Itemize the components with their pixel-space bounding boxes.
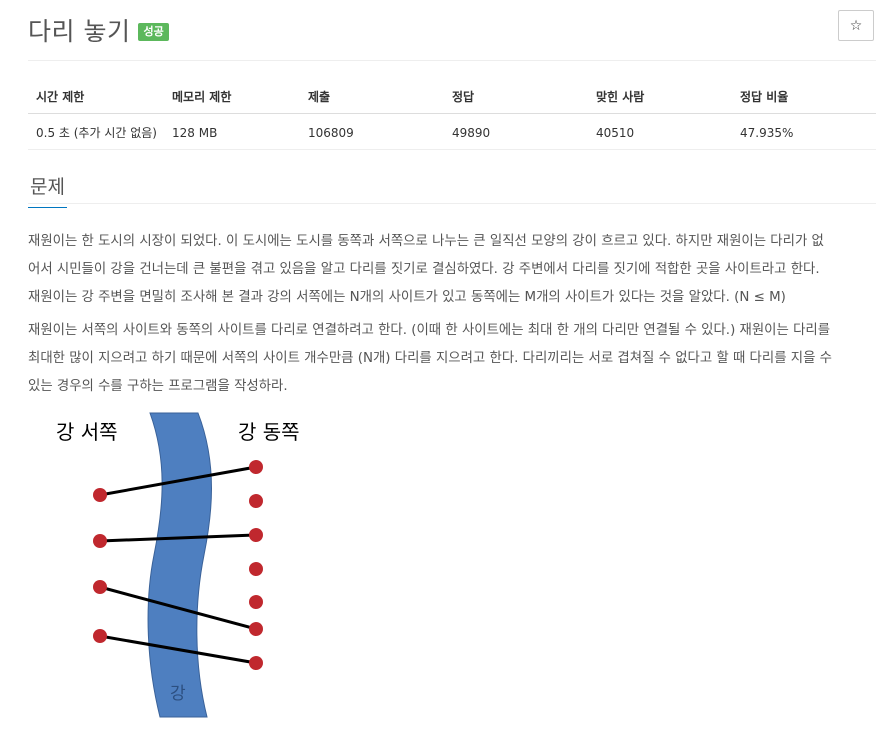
header-divider: [28, 60, 876, 61]
east-site-dot: [249, 622, 263, 636]
submissions-value: 106809: [300, 113, 444, 150]
star-icon: ☆: [849, 17, 863, 34]
east-site-dot: [249, 494, 263, 508]
problem-section-header: 문제: [28, 168, 876, 208]
problem-paragraph: 재원이는 서쪽의 사이트와 동쪽의 사이트를 다리로 연결하려고 한다. (이때…: [28, 317, 880, 401]
accepted-value: 49890: [444, 113, 588, 150]
column-header-accepted: 정답: [444, 78, 588, 114]
river-shape: [147, 412, 212, 718]
east-site-dot: [249, 528, 263, 542]
text-line: 어서 시민들이 강을 건너는데 큰 불편을 겪고 있음을 알고 다리를 짓기로 …: [28, 262, 820, 277]
problem-paragraph: 재원이는 한 도시의 시장이 되었다. 이 도시에는 도시를 동쪽과 서쪽으로 …: [28, 228, 880, 312]
east-site-dot: [249, 595, 263, 609]
table-header-row: 시간 제한 메모리 제한 제출 정답 맞힌 사람 정답 비율: [28, 78, 876, 114]
column-header-accept-ratio: 정답 비율: [732, 78, 876, 114]
bridge-diagram: 강 서쪽 강 동쪽 강: [56, 412, 300, 718]
status-badge: 성공: [138, 23, 169, 41]
section-divider: [28, 203, 876, 204]
star-button[interactable]: ☆: [838, 10, 874, 41]
west-site-dot: [93, 488, 107, 502]
column-header-submissions: 제출: [300, 78, 444, 114]
west-site-dot: [93, 580, 107, 594]
text-line: 재원이는 강 주변을 면밀히 조사해 본 결과 강의 서쪽에는 N개의 사이트가…: [28, 290, 786, 305]
accept-ratio-value: 47.935%: [732, 113, 876, 150]
text-line: 재원이는 한 도시의 시장이 되었다. 이 도시에는 도시를 동쪽과 서쪽으로 …: [28, 234, 824, 249]
west-site-dot: [93, 534, 107, 548]
east-site-dot: [249, 656, 263, 670]
time-limit-value: 0.5 초 (추가 시간 없음): [28, 113, 164, 150]
memory-limit-value: 128 MB: [164, 113, 300, 150]
problem-description: 재원이는 한 도시의 시장이 되었다. 이 도시에는 도시를 동쪽과 서쪽으로 …: [28, 228, 880, 406]
river-label: 강: [170, 684, 186, 704]
text-line: 있는 경우의 수를 구하는 프로그램을 작성하라.: [28, 379, 288, 394]
section-title: 문제: [28, 168, 67, 208]
text-line: 재원이는 서쪽의 사이트와 동쪽의 사이트를 다리로 연결하려고 한다. (이때…: [28, 323, 831, 338]
solved-users-value: 40510: [588, 113, 732, 150]
column-header-memory-limit: 메모리 제한: [164, 78, 300, 114]
west-bank-label: 강 서쪽: [56, 420, 118, 444]
east-site-dot: [249, 460, 263, 474]
problem-info-table: 시간 제한 메모리 제한 제출 정답 맞힌 사람 정답 비율 0.5 초 (추가…: [28, 78, 876, 150]
title-row: 다리 놓기 성공: [28, 12, 169, 48]
page-title: 다리 놓기: [28, 17, 131, 46]
text-line: 최대한 많이 지으려고 하기 때문에 서쪽의 사이트 개수만큼 (N개) 다리를…: [28, 351, 832, 366]
column-header-time-limit: 시간 제한: [28, 78, 164, 114]
east-site-dot: [249, 562, 263, 576]
east-bank-label: 강 동쪽: [238, 420, 300, 444]
west-site-dot: [93, 629, 107, 643]
column-header-solved-users: 맞힌 사람: [588, 78, 732, 114]
table-row: 0.5 초 (추가 시간 없음) 128 MB 106809 49890 405…: [28, 113, 876, 150]
